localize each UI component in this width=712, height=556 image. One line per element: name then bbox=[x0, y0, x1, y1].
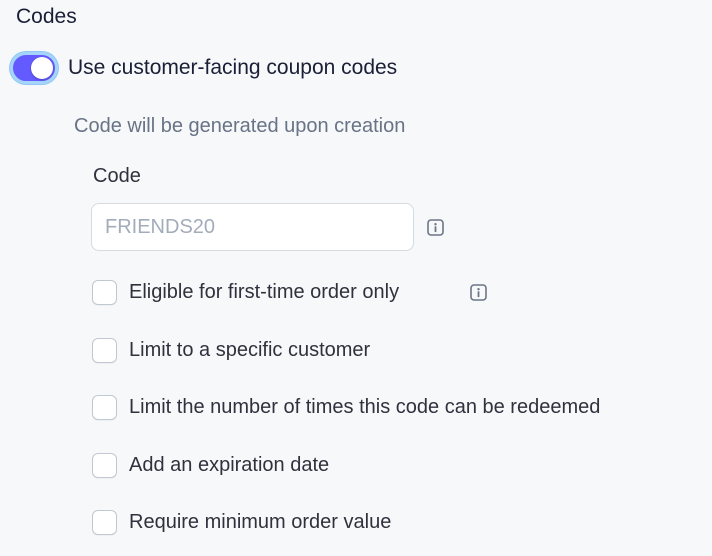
option-label[interactable]: Add an expiration date bbox=[129, 452, 329, 478]
option-label[interactable]: Eligible for first-time order only bbox=[129, 279, 399, 305]
toggle-knob bbox=[31, 57, 53, 79]
checkbox[interactable] bbox=[92, 509, 117, 535]
helper-text: Code will be generated upon creation bbox=[74, 115, 406, 137]
option-expiration-date[interactable]: Add an expiration date bbox=[92, 451, 329, 479]
info-icon[interactable] bbox=[470, 284, 487, 301]
checkbox[interactable] bbox=[92, 452, 117, 478]
code-input[interactable] bbox=[91, 203, 414, 251]
toggle-label[interactable]: Use customer-facing coupon codes bbox=[68, 55, 397, 81]
checkbox[interactable] bbox=[92, 279, 117, 305]
info-icon[interactable] bbox=[427, 219, 444, 236]
option-minimum-order-value[interactable]: Require minimum order value bbox=[92, 508, 391, 536]
option-label[interactable]: Limit to a specific customer bbox=[129, 337, 370, 363]
checkbox[interactable] bbox=[92, 337, 117, 363]
coupon-codes-toggle-row[interactable]: Use customer-facing coupon codes bbox=[10, 51, 397, 85]
option-specific-customer[interactable]: Limit to a specific customer bbox=[92, 336, 370, 364]
codes-section: Codes Use customer-facing coupon codes C… bbox=[0, 0, 712, 556]
code-field-label: Code bbox=[93, 165, 141, 187]
checkbox[interactable] bbox=[92, 394, 117, 420]
coupon-codes-toggle[interactable] bbox=[10, 52, 58, 84]
section-title: Codes bbox=[16, 5, 77, 28]
option-label[interactable]: Limit the number of times this code can … bbox=[129, 394, 600, 420]
option-first-time-order[interactable]: Eligible for first-time order only bbox=[92, 278, 399, 306]
option-redemption-limit[interactable]: Limit the number of times this code can … bbox=[92, 393, 600, 421]
option-label[interactable]: Require minimum order value bbox=[129, 509, 391, 535]
